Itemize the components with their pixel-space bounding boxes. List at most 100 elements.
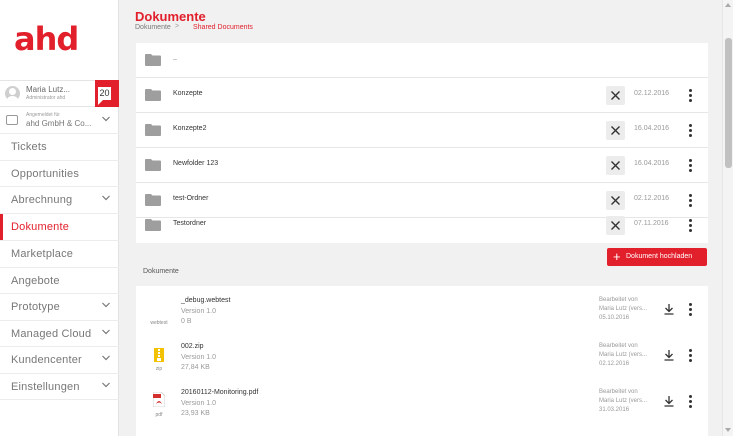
nav-angebote[interactable]: Angebote (0, 267, 119, 294)
more-vert-icon[interactable] (688, 124, 692, 138)
file-type-label: webtest (150, 320, 168, 326)
nav-tickets[interactable]: Tickets (0, 133, 119, 160)
document-list: webtest _debug.webtest Version 1.0 0 B B… (136, 286, 708, 436)
more-vert-icon[interactable] (688, 349, 692, 363)
edited-date: 05.10.2016 (599, 315, 630, 321)
edited-date: 31.03.2016 (599, 407, 630, 413)
folder-date: 02.12.2016 (634, 90, 670, 97)
edited-by: Maria Lutz (vers... (599, 352, 648, 358)
download-icon[interactable] (663, 303, 675, 315)
document-row[interactable]: pdf 20160112-Monitoring.pdf Version 1.0 … (136, 381, 708, 427)
folder-name: Konzepte (173, 90, 203, 97)
folder-icon (145, 124, 161, 136)
document-name: _debug.webtest (181, 297, 231, 304)
nav-abrechnung[interactable]: Abrechnung (0, 186, 119, 213)
more-vert-icon[interactable] (688, 219, 692, 233)
nav-label: Angebote (11, 275, 60, 287)
page-scrollbar[interactable] (722, 0, 733, 436)
notification-badge[interactable]: 20 (95, 80, 119, 107)
folder-date: 16.04.2016 (634, 125, 670, 132)
document-row[interactable]: zip 002.zip Version 1.0 27,84 KB Bearbei… (136, 335, 708, 381)
document-version: Version 1.0 (181, 308, 217, 315)
folder-date: 07.11.2016 (634, 220, 669, 227)
nav-kundencenter[interactable]: Kundencenter (0, 346, 119, 373)
more-vert-icon[interactable] (688, 159, 692, 173)
user-name: Maria Lutz... (26, 85, 71, 94)
breadcrumb-shared-documents: Shared Documents (193, 24, 253, 31)
chevron-down-icon (102, 329, 110, 335)
folder-row[interactable]: Konzepte 02.12.2016 (136, 78, 708, 113)
chevron-down-icon (102, 302, 110, 308)
nav-einstellungen[interactable]: Einstellungen (0, 373, 119, 400)
chevron-down-icon (102, 195, 110, 201)
folder-row[interactable]: Testordner 07.11.2016 (136, 208, 708, 243)
company-name: ahd GmbH & Co... (26, 119, 92, 128)
folder-list: .. Konzepte 02.12.2016 Konzepte2 16.04.2… (136, 43, 708, 243)
chevron-down-icon (102, 382, 110, 388)
download-icon[interactable] (663, 349, 675, 361)
nav-label: Opportunities (11, 168, 80, 180)
folder-icon (145, 159, 161, 171)
download-icon[interactable] (663, 395, 675, 407)
edited-label: Bearbeitet von (599, 297, 638, 303)
nav-opportunities[interactable]: Opportunities (0, 160, 119, 187)
folder-name: test-Ordner (173, 195, 209, 202)
nav-label: Marketplace (11, 248, 74, 260)
breadcrumb-separator: > (175, 23, 180, 30)
folder-row[interactable]: Konzepte2 16.04.2016 (136, 113, 708, 148)
company-switcher[interactable]: Angemeldet für ahd GmbH & Co... (0, 109, 119, 133)
scroll-up-arrow-icon[interactable] (725, 3, 731, 7)
document-version: Version 1.0 (181, 354, 217, 361)
nav-marketplace[interactable]: Marketplace (0, 240, 119, 267)
nav-managed-cloud[interactable]: Managed Cloud (0, 320, 119, 347)
remove-folder-button[interactable] (606, 216, 625, 235)
more-vert-icon[interactable] (688, 395, 692, 409)
edited-by: Maria Lutz (vers... (599, 398, 648, 404)
document-version: Version 1.0 (181, 400, 217, 407)
more-vert-icon[interactable] (688, 194, 692, 208)
scrollbar-thumb[interactable] (725, 38, 732, 168)
upload-document-button[interactable]: + Dokument hochladen (607, 248, 707, 266)
more-vert-icon[interactable] (688, 89, 692, 103)
upload-document-label: Dokument hochladen (626, 253, 693, 260)
folder-row[interactable]: Newfolder 123 16.04.2016 (136, 148, 708, 183)
svg-text:ahd: ahd (14, 24, 78, 54)
edited-date: 02.12.2016 (599, 361, 630, 367)
folder-icon (145, 194, 161, 206)
user-role: Administrator ahd (26, 95, 66, 101)
nav-prototype[interactable]: Prototype (0, 293, 119, 320)
folder-name: Newfolder 123 (173, 160, 219, 167)
folder-name: Testordner (173, 220, 207, 227)
file-type-label: zip (155, 366, 163, 372)
document-name: 002.zip (181, 343, 204, 350)
plus-icon: + (613, 249, 621, 264)
briefcase-icon (6, 115, 18, 125)
zip-file-icon: zip (144, 341, 174, 375)
folder-name: .. (173, 55, 177, 62)
nav-dokumente[interactable]: Dokumente (0, 213, 119, 240)
remove-folder-button[interactable] (606, 121, 625, 140)
scroll-down-arrow-icon[interactable] (725, 428, 731, 432)
remove-folder-button[interactable] (606, 156, 625, 175)
page-title: Dokumente (135, 9, 206, 24)
ahd-logo[interactable]: ahd (14, 20, 104, 58)
document-size: 0 B (181, 318, 192, 325)
speech-bubble-icon (98, 100, 103, 105)
breadcrumb-dokumente[interactable]: Dokumente (135, 24, 171, 31)
chevron-down-icon (102, 355, 110, 361)
nav-label: Tickets (11, 141, 47, 153)
edited-by: Maria Lutz (vers... (599, 306, 648, 312)
edited-label: Bearbeitet von (599, 389, 638, 395)
close-icon (611, 126, 620, 135)
more-vert-icon[interactable] (688, 303, 692, 317)
remove-folder-button[interactable] (606, 86, 625, 105)
folder-date: 16.04.2016 (634, 160, 670, 167)
nav-label: Managed Cloud (11, 328, 92, 340)
folder-row-parent[interactable]: .. (136, 43, 708, 78)
folder-icon (145, 54, 161, 66)
document-name: 20160112-Monitoring.pdf (181, 389, 259, 396)
close-icon (611, 91, 620, 100)
document-row[interactable]: webtest _debug.webtest Version 1.0 0 B B… (136, 289, 708, 335)
close-icon (611, 221, 620, 230)
sidebar: ahd Maria Lutz... Administrator ahd 20 A… (0, 0, 119, 436)
